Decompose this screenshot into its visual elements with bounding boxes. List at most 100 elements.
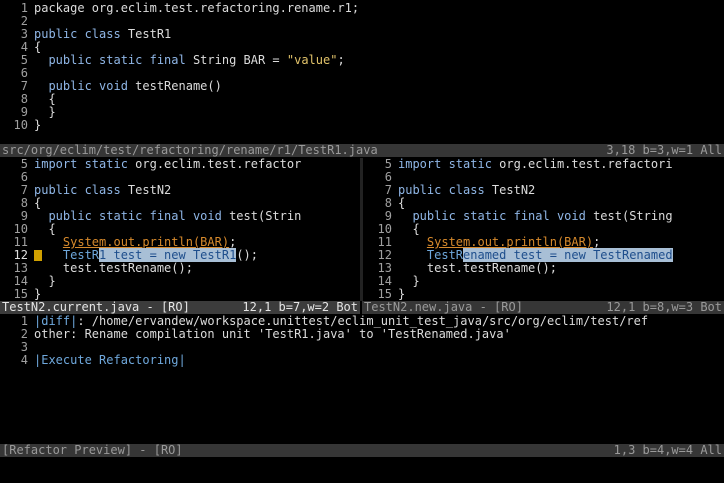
line-number: 10 — [13, 118, 28, 132]
code-token: public void — [34, 79, 136, 93]
editor-pane-current[interactable]: 5 import static org.eclim.test.refactor 6 7… — [0, 158, 360, 301]
status-position: 3,18 b=3,w=1 All — [606, 143, 722, 157]
code-token: } — [34, 105, 56, 119]
code-token: public static final void — [34, 209, 230, 223]
code-token: test(String — [593, 209, 673, 223]
code-line[interactable]: 14 } — [0, 275, 360, 288]
line-text: public void testRename() — [34, 79, 222, 93]
code-token: package org.eclim.test.refactoring.renam… — [34, 2, 360, 15]
code-token: public class — [398, 183, 492, 197]
code-line[interactable]: 9 } — [0, 106, 724, 119]
code-token: { — [398, 222, 420, 236]
line-text: test.testRename(); — [34, 262, 193, 275]
code-token: org.eclim.test.refactor — [135, 158, 302, 171]
code-line[interactable]: 8 { — [0, 93, 724, 106]
code-line[interactable]: 5 import static org.eclim.test.refactor — [0, 158, 360, 171]
code-token: } — [34, 287, 42, 301]
code-token: { — [34, 196, 42, 210]
code-token: enamed test = new TestRenamed — [463, 248, 673, 262]
status-bar-current: TestN2.current.java - [RO] 12,1 b=7,w=2 … — [0, 301, 360, 314]
line-number: 4 — [20, 353, 28, 367]
code-token: import static — [34, 158, 136, 171]
code-token: ; — [229, 235, 237, 249]
code-line[interactable]: 7 public class TestN2 — [364, 184, 724, 197]
code-token: (); — [236, 248, 258, 262]
editor-pane-testr1[interactable]: 1 package org.eclim.test.refactoring.rena… — [0, 2, 724, 142]
link-token[interactable]: TestR — [398, 248, 463, 262]
code-token: import static — [398, 158, 500, 171]
code-token: String BAR = — [192, 53, 287, 67]
line-text: public static final String BAR = "value"… — [34, 53, 345, 67]
line-text: import static org.eclim.test.refactori — [398, 158, 673, 171]
line-text: import static org.eclim.test.refactor — [34, 158, 301, 171]
status-file: src/org/eclim/test/refactoring/rename/r1… — [2, 143, 378, 157]
code-token: System.out.println(BAR) — [62, 235, 230, 249]
code-token: } — [398, 274, 420, 288]
editor-pane-new[interactable]: 5 import static org.eclim.test.refactori 6… — [364, 158, 724, 301]
status-file: [Refactor Preview] - [RO] — [2, 443, 183, 457]
code-lines: 1 |diff|: /home/ervandew/workspace.unitte… — [0, 315, 724, 367]
code-line[interactable]: 7 public class TestN2 — [0, 184, 360, 197]
code-token: System.out.println(BAR) — [426, 235, 594, 249]
code-token: public static final — [34, 53, 193, 67]
code-token: } — [398, 287, 406, 301]
code-token: public class — [34, 27, 128, 41]
code-token: } — [34, 274, 56, 288]
code-token: test(Strin — [229, 209, 302, 223]
code-token: test.testRename(); — [398, 261, 557, 275]
vertical-split-separator[interactable] — [360, 158, 363, 301]
code-line[interactable]: 10} — [0, 119, 724, 132]
code-lines: 5 import static org.eclim.test.refactor 6 7… — [0, 158, 360, 301]
code-token: public static final void — [398, 209, 594, 223]
code-line[interactable]: 14 } — [364, 275, 724, 288]
code-line[interactable]: 7 public void testRename() — [0, 80, 724, 93]
line-text: } — [34, 119, 41, 132]
status-position: 1,3 b=4,w=4 All — [613, 443, 722, 457]
code-token: { — [34, 222, 56, 236]
code-token: { — [34, 40, 42, 54]
status-bar-testr1: src/org/eclim/test/refactoring/rename/r1… — [0, 144, 724, 157]
line-text: package org.eclim.test.refactoring.renam… — [34, 2, 359, 15]
code-lines: 5 import static org.eclim.test.refactori 6… — [364, 158, 724, 301]
status-bar-new: TestN2.new.java - [RO] 12,1 b=8,w=3 Bot — [362, 301, 724, 314]
code-token: } — [34, 118, 42, 132]
status-position: 12,1 b=8,w=3 Bot — [606, 300, 722, 314]
code-token: other: Rename compilation unit 'TestR1.j… — [34, 327, 511, 341]
code-token: 1 test = new TestR1 — [99, 248, 237, 262]
code-token: testRename() — [135, 79, 222, 93]
code-token: TestN2 — [491, 183, 536, 197]
link-token[interactable]: |Execute Refactoring| — [34, 353, 186, 367]
status-position: 12,1 b=7,w=2 Bot — [242, 300, 358, 314]
line-text: public class TestR1 — [34, 28, 171, 41]
code-token: test.testRename(); — [34, 261, 193, 275]
code-token: ; — [593, 235, 601, 249]
line-text: public class TestN2 — [34, 184, 171, 197]
code-line[interactable]: 5 public static final String BAR = "valu… — [0, 54, 724, 67]
refactor-preview-pane[interactable]: 1 |diff|: /home/ervandew/workspace.unitte… — [0, 315, 724, 443]
code-token: public class — [34, 183, 128, 197]
code-line[interactable]: 5 import static org.eclim.test.refactori — [364, 158, 724, 171]
line-text: public static final void test(Strin — [34, 210, 301, 223]
code-token: TestR1 — [127, 27, 172, 41]
line-text: other: Rename compilation unit 'TestR1.j… — [34, 328, 511, 341]
line-text: |Execute Refactoring| — [34, 354, 186, 367]
line-text: test.testRename(); — [398, 262, 557, 275]
line-text: public class TestN2 — [398, 184, 535, 197]
code-lines: 1 package org.eclim.test.refactoring.rena… — [0, 2, 724, 132]
code-token: ; — [337, 53, 345, 67]
status-bar-preview: [Refactor Preview] - [RO] 1,3 b=4,w=4 Al… — [0, 444, 724, 457]
code-line[interactable]: 2 other: Rename compilation unit 'TestR1.… — [0, 328, 724, 341]
code-token: { — [34, 92, 56, 106]
code-line[interactable]: 3 public class TestR1 — [0, 28, 724, 41]
link-token[interactable]: TestR — [34, 248, 99, 262]
line-text: public static final void test(String — [398, 209, 673, 223]
code-token: org.eclim.test.refactori — [499, 158, 673, 171]
code-line[interactable]: 4 |Execute Refactoring| — [0, 354, 724, 367]
status-file: TestN2.current.java - [RO] — [2, 300, 190, 314]
code-token: { — [398, 196, 406, 210]
code-token: "value" — [286, 53, 338, 67]
status-file: TestN2.new.java - [RO] — [364, 300, 523, 314]
code-line[interactable]: 1 package org.eclim.test.refactoring.rena… — [0, 2, 724, 15]
